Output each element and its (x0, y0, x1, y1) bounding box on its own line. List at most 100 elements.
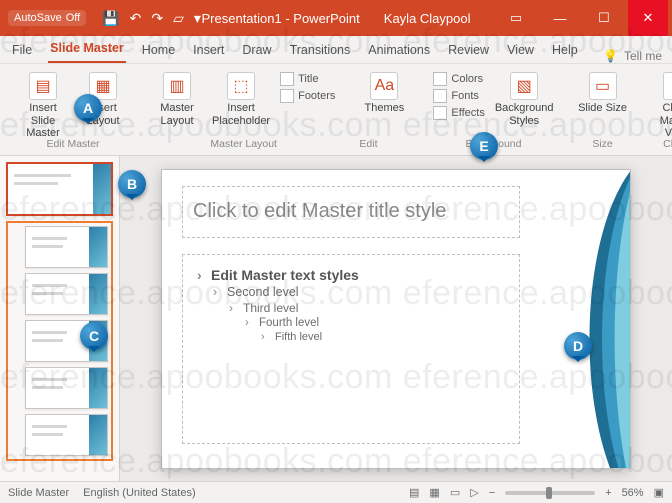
autosave-state: Off (66, 12, 80, 24)
tab-transitions[interactable]: Transitions (288, 38, 353, 63)
slide-master-icon: ▤ (29, 72, 57, 100)
zoom-value[interactable]: 56% (622, 487, 644, 499)
slide-master-thumb[interactable] (6, 162, 113, 216)
fonts-button[interactable]: Fonts (433, 89, 484, 103)
title-bar-center: Presentation1 - PowerPoint Kayla Claypoo… (202, 11, 471, 26)
body-text-lvl1: Edit Master text styles (197, 267, 505, 283)
tab-help[interactable]: Help (550, 38, 580, 63)
callout-b: B (118, 170, 146, 198)
status-bar: Slide Master English (United States) ▤ ▦… (0, 481, 672, 503)
redo-icon[interactable]: ↷ (151, 10, 163, 27)
lightbulb-icon: 💡 (603, 49, 618, 63)
close-master-view-button[interactable]: ✕ Close Master View (652, 68, 672, 140)
ribbon-group-master-layout: ▥ Master Layout ⬚ Insert Placeholder Tit… (142, 68, 345, 155)
group-caption: Edit Theme (359, 134, 409, 154)
ribbon-group-edit-master: ▤ Insert Slide Master ▦ Insert Layout Ed… (8, 68, 138, 155)
fonts-icon (433, 89, 447, 103)
view-normal-icon[interactable]: ▤ (409, 486, 419, 499)
placeholder-icon: ⬚ (227, 72, 255, 100)
group-caption: Size (592, 134, 612, 154)
slide-size-button[interactable]: ▭ Slide Size (578, 68, 628, 115)
save-icon[interactable]: 💾 (102, 10, 119, 27)
zoom-slider[interactable] (505, 491, 595, 495)
tab-view[interactable]: View (505, 38, 536, 63)
effects-button[interactable]: Effects (433, 106, 484, 120)
maximize-button[interactable]: ☐ (584, 0, 624, 36)
zoom-in-icon[interactable]: + (605, 487, 611, 499)
status-language[interactable]: English (United States) (83, 487, 196, 499)
insert-slide-master-button[interactable]: ▤ Insert Slide Master (18, 68, 68, 140)
ribbon-group-size: ▭ Slide Size Size (568, 68, 638, 155)
title-bar-right: ▭ — ☐ ✕ (496, 0, 672, 36)
footers-checkbox[interactable]: Footers (280, 89, 335, 103)
title-bar: AutoSave Off 💾 ↶ ↷ ▱ ▾ Presentation1 - P… (0, 0, 672, 36)
themes-button[interactable]: Aa Themes (359, 68, 409, 115)
ribbon-group-close: ✕ Close Master View Close (642, 68, 672, 155)
thumbnail-pane[interactable] (0, 156, 120, 481)
callout-c: C (80, 322, 108, 350)
colors-button[interactable]: Colors (433, 72, 484, 86)
background-icon: ▧ (510, 72, 538, 100)
title-placeholder-text: Click to edit Master title style (193, 200, 446, 223)
callout-a: A (74, 94, 102, 122)
layout-thumb[interactable] (25, 414, 108, 456)
autosave-toggle[interactable]: AutoSave Off (8, 10, 86, 26)
tab-insert[interactable]: Insert (191, 38, 226, 63)
undo-icon[interactable]: ↶ (130, 10, 142, 27)
tell-me-search[interactable]: 💡 Tell me (603, 49, 662, 63)
minimize-button[interactable]: — (540, 0, 580, 36)
title-placeholder[interactable]: Click to edit Master title style (182, 186, 520, 238)
tell-me-label: Tell me (624, 49, 662, 63)
body-text-lvl5: Fifth level (261, 331, 505, 343)
checkbox-icon (280, 89, 294, 103)
body-text-lvl3: Third level (229, 301, 505, 315)
workspace: Click to edit Master title style Edit Ma… (0, 156, 672, 481)
background-styles-button[interactable]: ▧ Background Styles (495, 68, 554, 127)
tab-animations[interactable]: Animations (366, 38, 432, 63)
close-button[interactable]: ✕ (628, 0, 668, 36)
tab-home[interactable]: Home (140, 38, 177, 63)
ribbon-tabs: File Slide Master Home Insert Draw Trans… (0, 36, 672, 64)
master-layout-icon: ▥ (163, 72, 191, 100)
callout-e: E (470, 132, 498, 160)
tab-review[interactable]: Review (446, 38, 491, 63)
slide-canvas[interactable]: Click to edit Master title style Edit Ma… (161, 169, 631, 469)
autosave-label: AutoSave (14, 12, 62, 24)
tab-file[interactable]: File (10, 38, 34, 63)
quick-access-toolbar: 💾 ↶ ↷ ▱ ▾ (102, 10, 201, 27)
callout-d: D (564, 332, 592, 360)
layout-thumb[interactable] (25, 273, 108, 315)
effects-icon (433, 106, 447, 120)
themes-icon: Aa (370, 72, 398, 100)
body-placeholder[interactable]: Edit Master text styles Second level Thi… (182, 254, 520, 444)
group-caption: Edit Master (46, 134, 99, 154)
insert-placeholder-button[interactable]: ⬚ Insert Placeholder (212, 68, 270, 127)
close-master-icon: ✕ (663, 72, 672, 100)
slide-theme-graphic (535, 170, 630, 468)
start-slideshow-icon[interactable]: ▱ (173, 10, 184, 27)
fit-to-window-icon[interactable]: ▣ (654, 486, 664, 499)
layout-thumb[interactable] (25, 367, 108, 409)
title-checkbox[interactable]: Title (280, 72, 335, 86)
body-text-lvl4: Fourth level (245, 317, 505, 329)
body-text-lvl2: Second level (213, 285, 505, 299)
colors-icon (433, 72, 447, 86)
qat-more-icon[interactable]: ▾ (194, 10, 201, 27)
layout-thumb[interactable] (25, 226, 108, 268)
document-title: Presentation1 - PowerPoint (202, 11, 360, 26)
tab-slide-master[interactable]: Slide Master (48, 36, 126, 63)
ribbon-group-edit-theme: Aa Themes Edit Theme (349, 68, 419, 155)
zoom-out-icon[interactable]: − (489, 487, 495, 499)
tab-draw[interactable]: Draw (240, 38, 273, 63)
checkbox-icon (280, 72, 294, 86)
view-reading-icon[interactable]: ▭ (450, 486, 460, 499)
master-layout-button[interactable]: ▥ Master Layout (152, 68, 202, 127)
view-slideshow-icon[interactable]: ▷ (470, 486, 478, 499)
slide-size-icon: ▭ (589, 72, 617, 100)
user-name: Kayla Claypool (384, 11, 471, 26)
view-sorter-icon[interactable]: ▦ (429, 486, 439, 499)
slide-editor[interactable]: Click to edit Master title style Edit Ma… (120, 156, 672, 481)
ribbon-options-icon[interactable]: ▭ (496, 0, 536, 36)
zoom-slider-thumb[interactable] (546, 487, 552, 499)
group-caption: Close (663, 134, 672, 154)
